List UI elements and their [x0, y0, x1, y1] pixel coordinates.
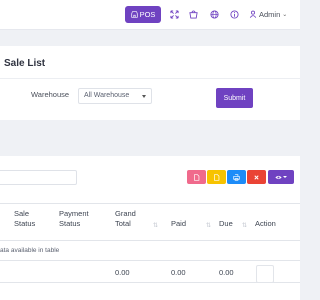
table-header-top-border	[0, 203, 300, 204]
column-header-payment-status[interactable]: Payment Status	[59, 209, 89, 229]
row-divider	[0, 260, 300, 261]
top-navbar: POS Admin ⌄	[0, 0, 300, 30]
column-header-text: Action	[255, 219, 276, 228]
column-header-paid[interactable]: Paid	[171, 219, 186, 229]
table-header-bottom-border	[0, 240, 300, 241]
footer-paid: 0.00	[171, 268, 186, 277]
empty-table-message: ata available in table	[0, 247, 60, 254]
user-name: Admin	[259, 9, 281, 19]
caret-down-icon	[283, 176, 287, 178]
column-header-text: Payment	[59, 209, 89, 218]
info-icon[interactable]	[229, 9, 239, 19]
clear-button[interactable]	[247, 170, 266, 184]
footer-grand-total: 0.00	[115, 268, 130, 277]
column-header-text: Status	[14, 219, 36, 228]
search-input[interactable]	[0, 170, 77, 185]
submit-button[interactable]: Submit	[216, 88, 253, 108]
user-icon	[249, 10, 257, 18]
printer-icon	[233, 173, 240, 181]
warehouse-select-value: All Warehouse	[84, 92, 130, 99]
user-menu[interactable]: Admin ⌄	[249, 8, 287, 20]
footer-due: 0.00	[219, 268, 234, 277]
column-header-text: Due	[219, 219, 233, 228]
caret-down-icon	[142, 95, 146, 98]
card-divider	[0, 78, 300, 79]
cart-icon[interactable]	[188, 9, 198, 19]
column-header-text: Status	[59, 219, 81, 228]
column-header-text: Paid	[171, 219, 187, 228]
footer-divider	[0, 282, 300, 283]
filter-card: Sale List Warehouse All Warehouse Submit	[0, 46, 300, 120]
pos-button[interactable]: POS	[125, 6, 161, 23]
chevron-down-icon: ⌄	[282, 11, 288, 18]
sort-icon[interactable]: ⇅	[206, 222, 211, 229]
print-button[interactable]	[227, 170, 246, 184]
column-header-grand-total[interactable]: Grand Total	[115, 209, 136, 229]
eye-icon	[275, 175, 282, 179]
column-header-sale-status[interactable]: Sale Status	[14, 209, 35, 229]
excel-export-button[interactable]	[207, 170, 226, 184]
sort-icon[interactable]: ⇅	[153, 222, 158, 229]
store-icon	[130, 11, 138, 18]
column-header-text: Total	[115, 219, 131, 228]
fullscreen-icon[interactable]	[169, 9, 179, 19]
close-icon	[254, 174, 259, 180]
column-header-action: Action	[255, 219, 276, 229]
sort-icon[interactable]: ⇅	[242, 222, 247, 229]
pos-label: POS	[139, 10, 156, 19]
pagination-button[interactable]	[256, 265, 274, 283]
pdf-export-button[interactable]	[187, 170, 206, 184]
warehouse-select[interactable]: All Warehouse	[78, 88, 152, 104]
globe-icon[interactable]	[209, 9, 219, 19]
page-title: Sale List	[4, 58, 46, 69]
sales-table-card: Sale Status Payment Status Grand Total ⇅…	[0, 156, 300, 300]
file-excel-icon	[214, 173, 220, 181]
column-header-due[interactable]: Due	[219, 219, 233, 229]
warehouse-label: Warehouse	[31, 90, 70, 99]
column-header-text: Sale	[14, 209, 30, 218]
column-visibility-button[interactable]	[268, 170, 294, 184]
file-pdf-icon	[194, 173, 200, 181]
column-header-text: Grand	[115, 209, 136, 218]
